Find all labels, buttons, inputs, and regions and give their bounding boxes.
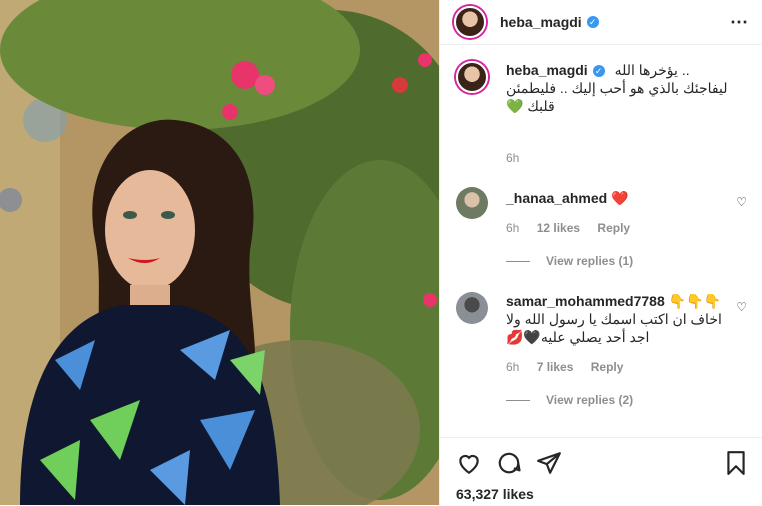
- caption: heba_magdi ✓ يؤخرها الله .. ليفاجئك بالذي…: [456, 61, 747, 171]
- instagram-post: heba_magdi ✓ ⋯ heba_magdi ✓ يؤخرها الله .…: [0, 0, 762, 505]
- pointing-down-icon: 👇👇👇: [668, 293, 721, 309]
- like-comment-heart-icon[interactable]: ♡: [736, 195, 747, 209]
- caption-username[interactable]: heba_magdi: [506, 62, 588, 78]
- view-replies-link[interactable]: View replies (1): [506, 254, 633, 268]
- action-icons: [456, 450, 749, 476]
- reply-link[interactable]: Reply: [597, 221, 630, 235]
- comment-likes[interactable]: 12 likes: [537, 221, 580, 235]
- comment-meta: 6h 12 likes Reply: [506, 221, 644, 235]
- caption-time[interactable]: 6h: [506, 151, 519, 165]
- author-avatar[interactable]: [454, 6, 486, 38]
- post-sidebar: heba_magdi ✓ ⋯ heba_magdi ✓ يؤخرها الله .…: [439, 0, 762, 505]
- more-options-icon[interactable]: ⋯: [730, 12, 749, 33]
- comment-text: samar_mohammed7788 👇👇👇 اخاف ان اكتب اسمك…: [506, 292, 725, 346]
- post-photo[interactable]: [0, 0, 439, 505]
- commenter-avatar[interactable]: [456, 292, 488, 324]
- caption-line3: قلبك 💚: [506, 97, 747, 115]
- comment-likes[interactable]: 7 likes: [537, 360, 574, 374]
- comment-line1: اخاف ان اكتب اسمك يا رسول الله ولا: [506, 311, 722, 327]
- verified-icon: ✓: [586, 16, 599, 28]
- like-heart-icon[interactable]: [456, 450, 482, 476]
- photo-illustration: [0, 0, 439, 505]
- caption-line1: يؤخرها الله ..: [614, 62, 690, 78]
- caption-line3-text: قلبك: [527, 98, 555, 114]
- comment-bubble-icon[interactable]: [496, 450, 522, 476]
- caption-avatar[interactable]: [456, 61, 488, 93]
- comment-text: _hanaa_ahmed ❤️: [506, 189, 725, 207]
- commenter-username[interactable]: samar_mohammed7788: [506, 293, 665, 309]
- comment-time[interactable]: 6h: [506, 221, 519, 235]
- commenter-avatar[interactable]: [456, 187, 488, 219]
- post-actions: 63,327 likes: [440, 437, 762, 506]
- comment-item: samar_mohammed7788 👇👇👇 اخاف ان اكتب اسمك…: [456, 292, 747, 422]
- likes-count[interactable]: 63,327 likes: [456, 486, 534, 502]
- share-paper-plane-icon[interactable]: [536, 450, 562, 476]
- green-heart-icon: 💚: [506, 98, 524, 114]
- caption-text: heba_magdi ✓ يؤخرها الله .. ليفاجئك بالذي…: [506, 61, 747, 115]
- author-username[interactable]: heba_magdi: [500, 14, 582, 30]
- comment-line2: اجد أحد يصلي عليه🖤💋: [506, 329, 650, 345]
- comments-list[interactable]: heba_magdi ✓ يؤخرها الله .. ليفاجئك بالذي…: [440, 45, 762, 437]
- like-comment-heart-icon[interactable]: ♡: [736, 300, 747, 314]
- save-bookmark-icon[interactable]: [723, 450, 749, 476]
- reply-link[interactable]: Reply: [591, 360, 624, 374]
- comment-meta: 6h 7 likes Reply: [506, 360, 637, 374]
- comment-item: _hanaa_ahmed ❤️ ♡ 6h 12 likes Reply View…: [456, 187, 747, 277]
- commenter-username[interactable]: _hanaa_ahmed: [506, 190, 607, 206]
- caption-line2: ليفاجئك بالذي هو أحب إليك .. فليطمئن: [506, 80, 728, 96]
- view-replies-link[interactable]: View replies (2): [506, 393, 633, 407]
- caption-meta: 6h: [506, 151, 533, 165]
- post-header: heba_magdi ✓ ⋯: [440, 0, 762, 45]
- comment-time[interactable]: 6h: [506, 360, 519, 374]
- verified-icon: ✓: [592, 65, 605, 78]
- red-heart-icon: ❤️: [611, 190, 629, 206]
